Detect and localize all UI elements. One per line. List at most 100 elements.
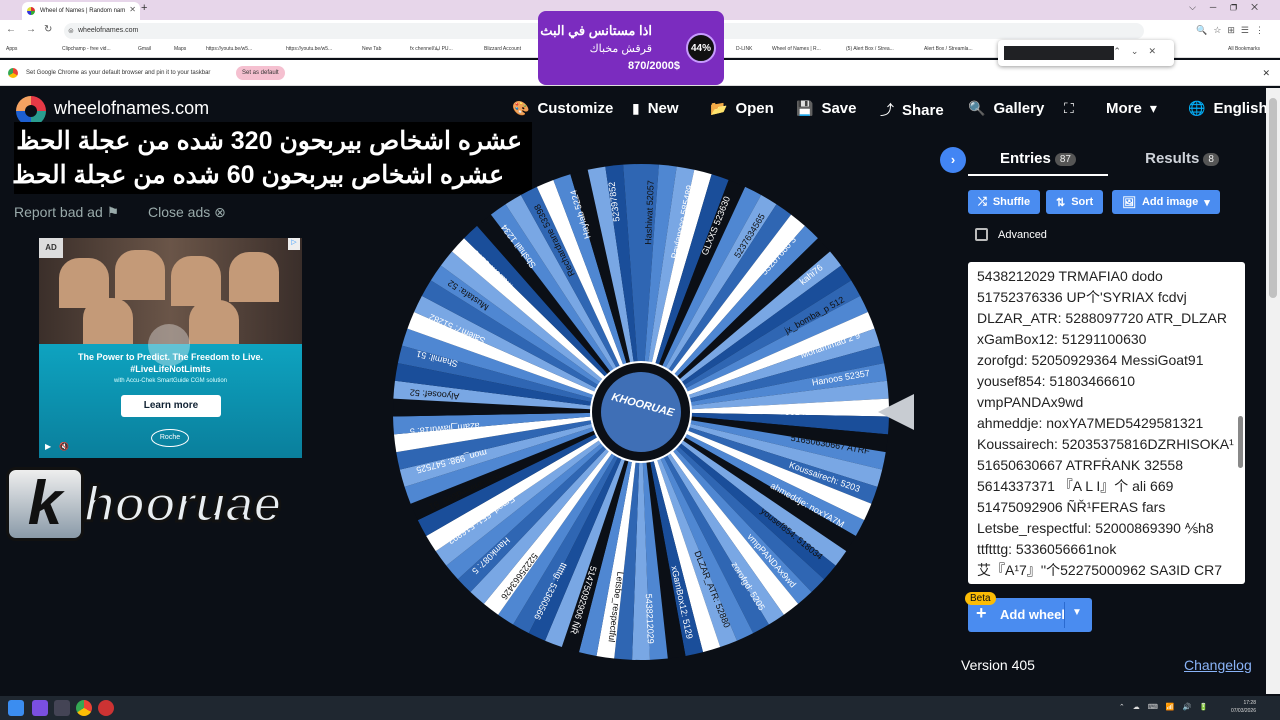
shuffle-button[interactable]: ⤮ Shuffle	[968, 190, 1041, 214]
entry-line: 5614337371 『A L I』个 ali 669	[977, 478, 1174, 494]
changelog-link[interactable]: Changelog	[1184, 657, 1252, 673]
entries-count: 87	[1054, 152, 1076, 166]
spin-wheel[interactable]: 5614337371 『A L I』51650630667 ATRFKoussa…	[391, 162, 891, 662]
set-default-button[interactable]: Set as default	[236, 66, 285, 80]
bookmark-item[interactable]: (5) Alert Box / Strea...	[846, 46, 894, 52]
entry-line: Koussairech: 52035375816DZRHISOKA¹	[977, 436, 1234, 452]
checkbox-box[interactable]	[975, 228, 988, 241]
forward-icon[interactable]: →	[26, 24, 36, 35]
toolbar-extensions[interactable]: 🔍☆⊞☰⋮	[1196, 25, 1270, 36]
brand-name[interactable]: wheelofnames.com	[54, 98, 209, 119]
nav-customize[interactable]: 🎨 Customize	[512, 100, 613, 117]
bookmark-item[interactable]: All Bookmarks	[1228, 46, 1260, 52]
ad-person	[171, 256, 221, 306]
start-icon[interactable]	[8, 700, 24, 716]
ad-person	[229, 252, 279, 302]
nav-label: Gallery	[993, 100, 1045, 117]
donation-percent: 44%	[686, 33, 716, 63]
reload-icon[interactable]: ↻	[44, 24, 52, 35]
bookmark-item[interactable]: Wheel of Names | R...	[772, 46, 821, 52]
fullscreen-button[interactable]: ⛶	[1064, 100, 1074, 117]
chrome-icon	[8, 68, 18, 78]
donation-line-1: اذا مستانس في البث	[540, 23, 652, 38]
find-input[interactable]	[1004, 46, 1114, 60]
tab-label: Results	[1145, 150, 1200, 167]
new-tab-icon[interactable]: +	[141, 2, 147, 14]
bookmark-item[interactable]: https://youtu.be/w5...	[286, 46, 332, 52]
bookmark-item[interactable]: Maps	[174, 46, 186, 52]
entry-line: yousef854: 51803466610	[977, 373, 1136, 389]
ad-person	[115, 250, 165, 300]
nav-share[interactable]: ⤴ Share	[880, 100, 944, 120]
nav-new[interactable]: ▮ New	[632, 100, 679, 117]
add-image-button[interactable]: 🖼 Add image ▾	[1112, 190, 1220, 214]
nav-label: Customize	[537, 100, 614, 117]
browser-tab[interactable]: Wheel of Names | Random nam ✕	[22, 2, 140, 20]
bookmark-item[interactable]: Blizzard Account	[484, 46, 521, 52]
advertisement[interactable]: AD ▷ The Power to Predict. The Freedom t…	[39, 238, 302, 458]
add-wheel-label: Add wheel	[1000, 607, 1066, 622]
nav-open[interactable]: 📂 Open	[710, 100, 774, 117]
ad-person	[83, 298, 133, 348]
app-icon[interactable]	[32, 700, 48, 716]
chevron-right-icon: ›	[950, 152, 956, 167]
nav-gallery[interactable]: 🔍 Gallery	[968, 100, 1044, 117]
system-tray[interactable]: ⌃☁⌨📶🔊🔋	[1119, 703, 1216, 711]
url-text: wheelofnames.com	[78, 27, 139, 34]
bookmark-item[interactable]: Clipchamp - free vid...	[62, 46, 111, 52]
infobar-text: Set Google Chrome as your default browse…	[26, 70, 211, 76]
window-controls[interactable]: ⌵─❐✕	[1189, 2, 1272, 13]
flag-icon: ⚑	[106, 204, 120, 220]
taskbar-clock[interactable]: 17:28 07/03/2026	[1231, 699, 1256, 715]
wheel-favicon-icon	[27, 7, 35, 15]
channel-logo: k hooruae	[6, 467, 342, 541]
ad-badge: AD	[39, 238, 63, 258]
adchoices-icon[interactable]: ▷	[288, 238, 300, 250]
nav-label: Open	[735, 100, 774, 117]
close-tab-icon[interactable]: ✕	[129, 5, 136, 14]
site-info-icon[interactable]: ⊜	[68, 27, 74, 35]
entries-scrollbar-thumb[interactable]	[1238, 416, 1243, 468]
page-scrollbar[interactable]	[1266, 88, 1280, 694]
back-icon[interactable]: ←	[6, 24, 16, 35]
close-infobar-icon[interactable]: ✕	[1262, 68, 1270, 79]
entries-textarea[interactable]: 5438212029 TRMAFIA0 dodo 51752376336 UP个…	[968, 262, 1245, 584]
bookmark-item[interactable]: Alert Box / Streamla...	[924, 46, 973, 52]
ad-media-controls[interactable]: ▶🔇	[45, 442, 77, 451]
sort-button[interactable]: ⇅ Sort	[1046, 190, 1104, 214]
advanced-checkbox[interactable]: Advanced	[975, 228, 1047, 241]
bookmark-item[interactable]: fx chennel/ليلا PU...	[410, 46, 453, 52]
learn-more-button[interactable]: Learn more	[121, 395, 221, 417]
save-icon: 💾	[796, 100, 814, 116]
plus-icon: +	[976, 603, 987, 623]
tab-results[interactable]: Results 8	[1112, 150, 1252, 176]
wheel-pointer	[878, 394, 914, 430]
globe-icon: 🌐	[1188, 100, 1206, 116]
report-ad-link[interactable]: Report bad ad ⚑	[14, 204, 119, 221]
collapse-panel-button[interactable]: ›	[940, 147, 966, 173]
app-icon[interactable]	[54, 700, 70, 716]
chevron-down-icon[interactable]: ▼	[1072, 607, 1082, 618]
nav-more[interactable]: More ▾	[1106, 100, 1157, 117]
nav-label: New	[647, 100, 679, 117]
chrome-taskbar-icon[interactable]	[76, 700, 92, 716]
nav-save[interactable]: 💾 Save	[796, 100, 856, 117]
nav-language[interactable]: 🌐 English	[1188, 100, 1268, 117]
bookmark-item[interactable]: D-LINK	[736, 46, 752, 52]
close-ads-link[interactable]: Close ads ⊗	[148, 204, 226, 221]
entry-line: 51475092906 ÑŘ¹FERAS fars	[977, 499, 1166, 515]
tab-entries[interactable]: Entries 87	[968, 150, 1108, 176]
shuffle-label: Shuffle	[992, 196, 1031, 208]
bookmark-item[interactable]: New Tab	[362, 46, 381, 52]
find-controls[interactable]: ⌃⌄✕	[1113, 46, 1166, 57]
search-icon: 🔍	[968, 100, 986, 116]
donation-amount: 870/2000$	[628, 60, 680, 72]
app-icon[interactable]	[98, 700, 114, 716]
entry-line: 5438212029 TRMAFIA0 dodo	[977, 268, 1163, 284]
share-icon: ⤴	[880, 102, 894, 118]
bookmark-item[interactable]: Apps	[6, 46, 17, 52]
bookmark-item[interactable]: https://youtu.be/w5...	[206, 46, 252, 52]
page-scrollbar-thumb[interactable]	[1269, 98, 1277, 298]
bookmark-item[interactable]: Gmail	[138, 46, 151, 52]
nav-label: English	[1213, 100, 1268, 117]
